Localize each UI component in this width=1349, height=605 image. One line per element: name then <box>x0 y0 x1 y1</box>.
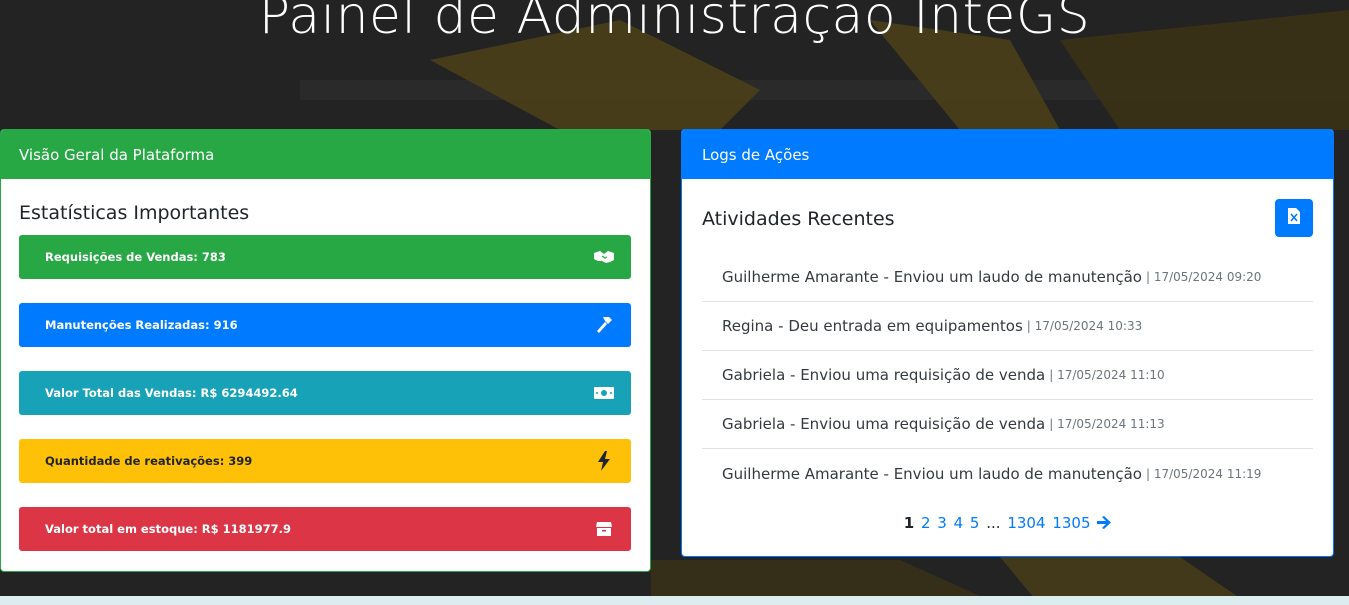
log-timestamp: | 17/05/2024 09:20 <box>1145 270 1262 284</box>
page-title: Painel de Administração InteGS <box>258 0 1091 46</box>
hammer-icon <box>593 314 615 336</box>
page-link-5[interactable]: 5 <box>970 514 980 532</box>
log-text: Guilherme Amarante - Enviou um laudo de … <box>722 268 1142 286</box>
handshake-icon <box>593 246 615 268</box>
log-timestamp: | 17/05/2024 11:19 <box>1145 466 1262 481</box>
list-item: Guilherme Amarante - Enviou um laudo de … <box>702 449 1313 498</box>
stat-label: Requisições de Vendas: 783 <box>45 250 226 264</box>
stat-sales-requests: Requisições de Vendas: 783 <box>19 235 631 279</box>
activity-log-list: Guilherme Amarante - Enviou um laudo de … <box>702 253 1313 498</box>
log-text: Guilherme Amarante - Enviou um laudo de … <box>722 464 1142 483</box>
log-text: Regina - Deu entrada em equipamentos <box>722 317 1023 335</box>
stat-total-sales-value: Valor Total das Vendas: R$ 6294492.64 <box>19 371 631 415</box>
pagination: 1 2 3 4 5 ... 1304 1305 <box>682 514 1333 532</box>
action-logs-card: Logs de Ações Atividades Recentes Guilhe… <box>681 129 1334 557</box>
list-item: Gabriela - Enviou uma requisição de vend… <box>702 400 1313 449</box>
box-icon <box>593 518 615 540</box>
log-timestamp: | 17/05/2024 10:33 <box>1026 319 1143 333</box>
log-text: Gabriela - Enviou uma requisição de vend… <box>722 415 1046 433</box>
money-bill-icon <box>593 382 615 404</box>
stat-label: Valor total em estoque: R$ 1181977.9 <box>45 522 292 536</box>
page-link-1304[interactable]: 1304 <box>1007 514 1045 532</box>
platform-overview-card: Visão Geral da Plataforma Estatísticas I… <box>0 129 651 572</box>
page-link-3[interactable]: 3 <box>937 514 947 532</box>
stat-label: Manutenções Realizadas: 916 <box>45 318 238 332</box>
page-ellipsis: ... <box>986 514 1001 532</box>
export-excel-button[interactable] <box>1275 199 1313 237</box>
list-item: Guilherme Amarante - Enviou um laudo de … <box>702 253 1313 302</box>
bolt-icon <box>593 450 615 472</box>
stat-label: Quantidade de reativações: 399 <box>45 454 253 468</box>
page-current: 1 <box>903 514 915 532</box>
log-timestamp: | 17/05/2024 11:13 <box>1049 417 1165 431</box>
logs-card-header: Logs de Ações <box>682 130 1333 179</box>
log-text: Gabriela - Enviou uma requisição de vend… <box>722 366 1046 384</box>
page-link-4[interactable]: 4 <box>954 514 964 532</box>
overview-card-header: Visão Geral da Plataforma <box>1 130 650 179</box>
page-link-2[interactable]: 2 <box>921 514 931 532</box>
bottom-strip <box>0 596 1349 605</box>
stat-maintenances: Manutenções Realizadas: 916 <box>19 303 631 347</box>
stat-stock-value: Valor total em estoque: R$ 1181977.9 <box>19 507 631 551</box>
log-timestamp: | 17/05/2024 11:10 <box>1049 368 1165 382</box>
list-item: Regina - Deu entrada em equipamentos | 1… <box>702 302 1313 351</box>
stat-reactivations: Quantidade de reativações: 399 <box>19 439 631 483</box>
page-link-1305[interactable]: 1305 <box>1052 514 1090 532</box>
file-excel-icon <box>1288 208 1300 228</box>
recent-activities-title: Atividades Recentes <box>702 208 895 230</box>
list-item: Gabriela - Enviou uma requisição de vend… <box>702 351 1313 400</box>
arrow-right-icon[interactable] <box>1097 514 1112 532</box>
stat-label: Valor Total das Vendas: R$ 6294492.64 <box>45 386 298 400</box>
stats-section-title: Estatísticas Importantes <box>19 202 250 224</box>
